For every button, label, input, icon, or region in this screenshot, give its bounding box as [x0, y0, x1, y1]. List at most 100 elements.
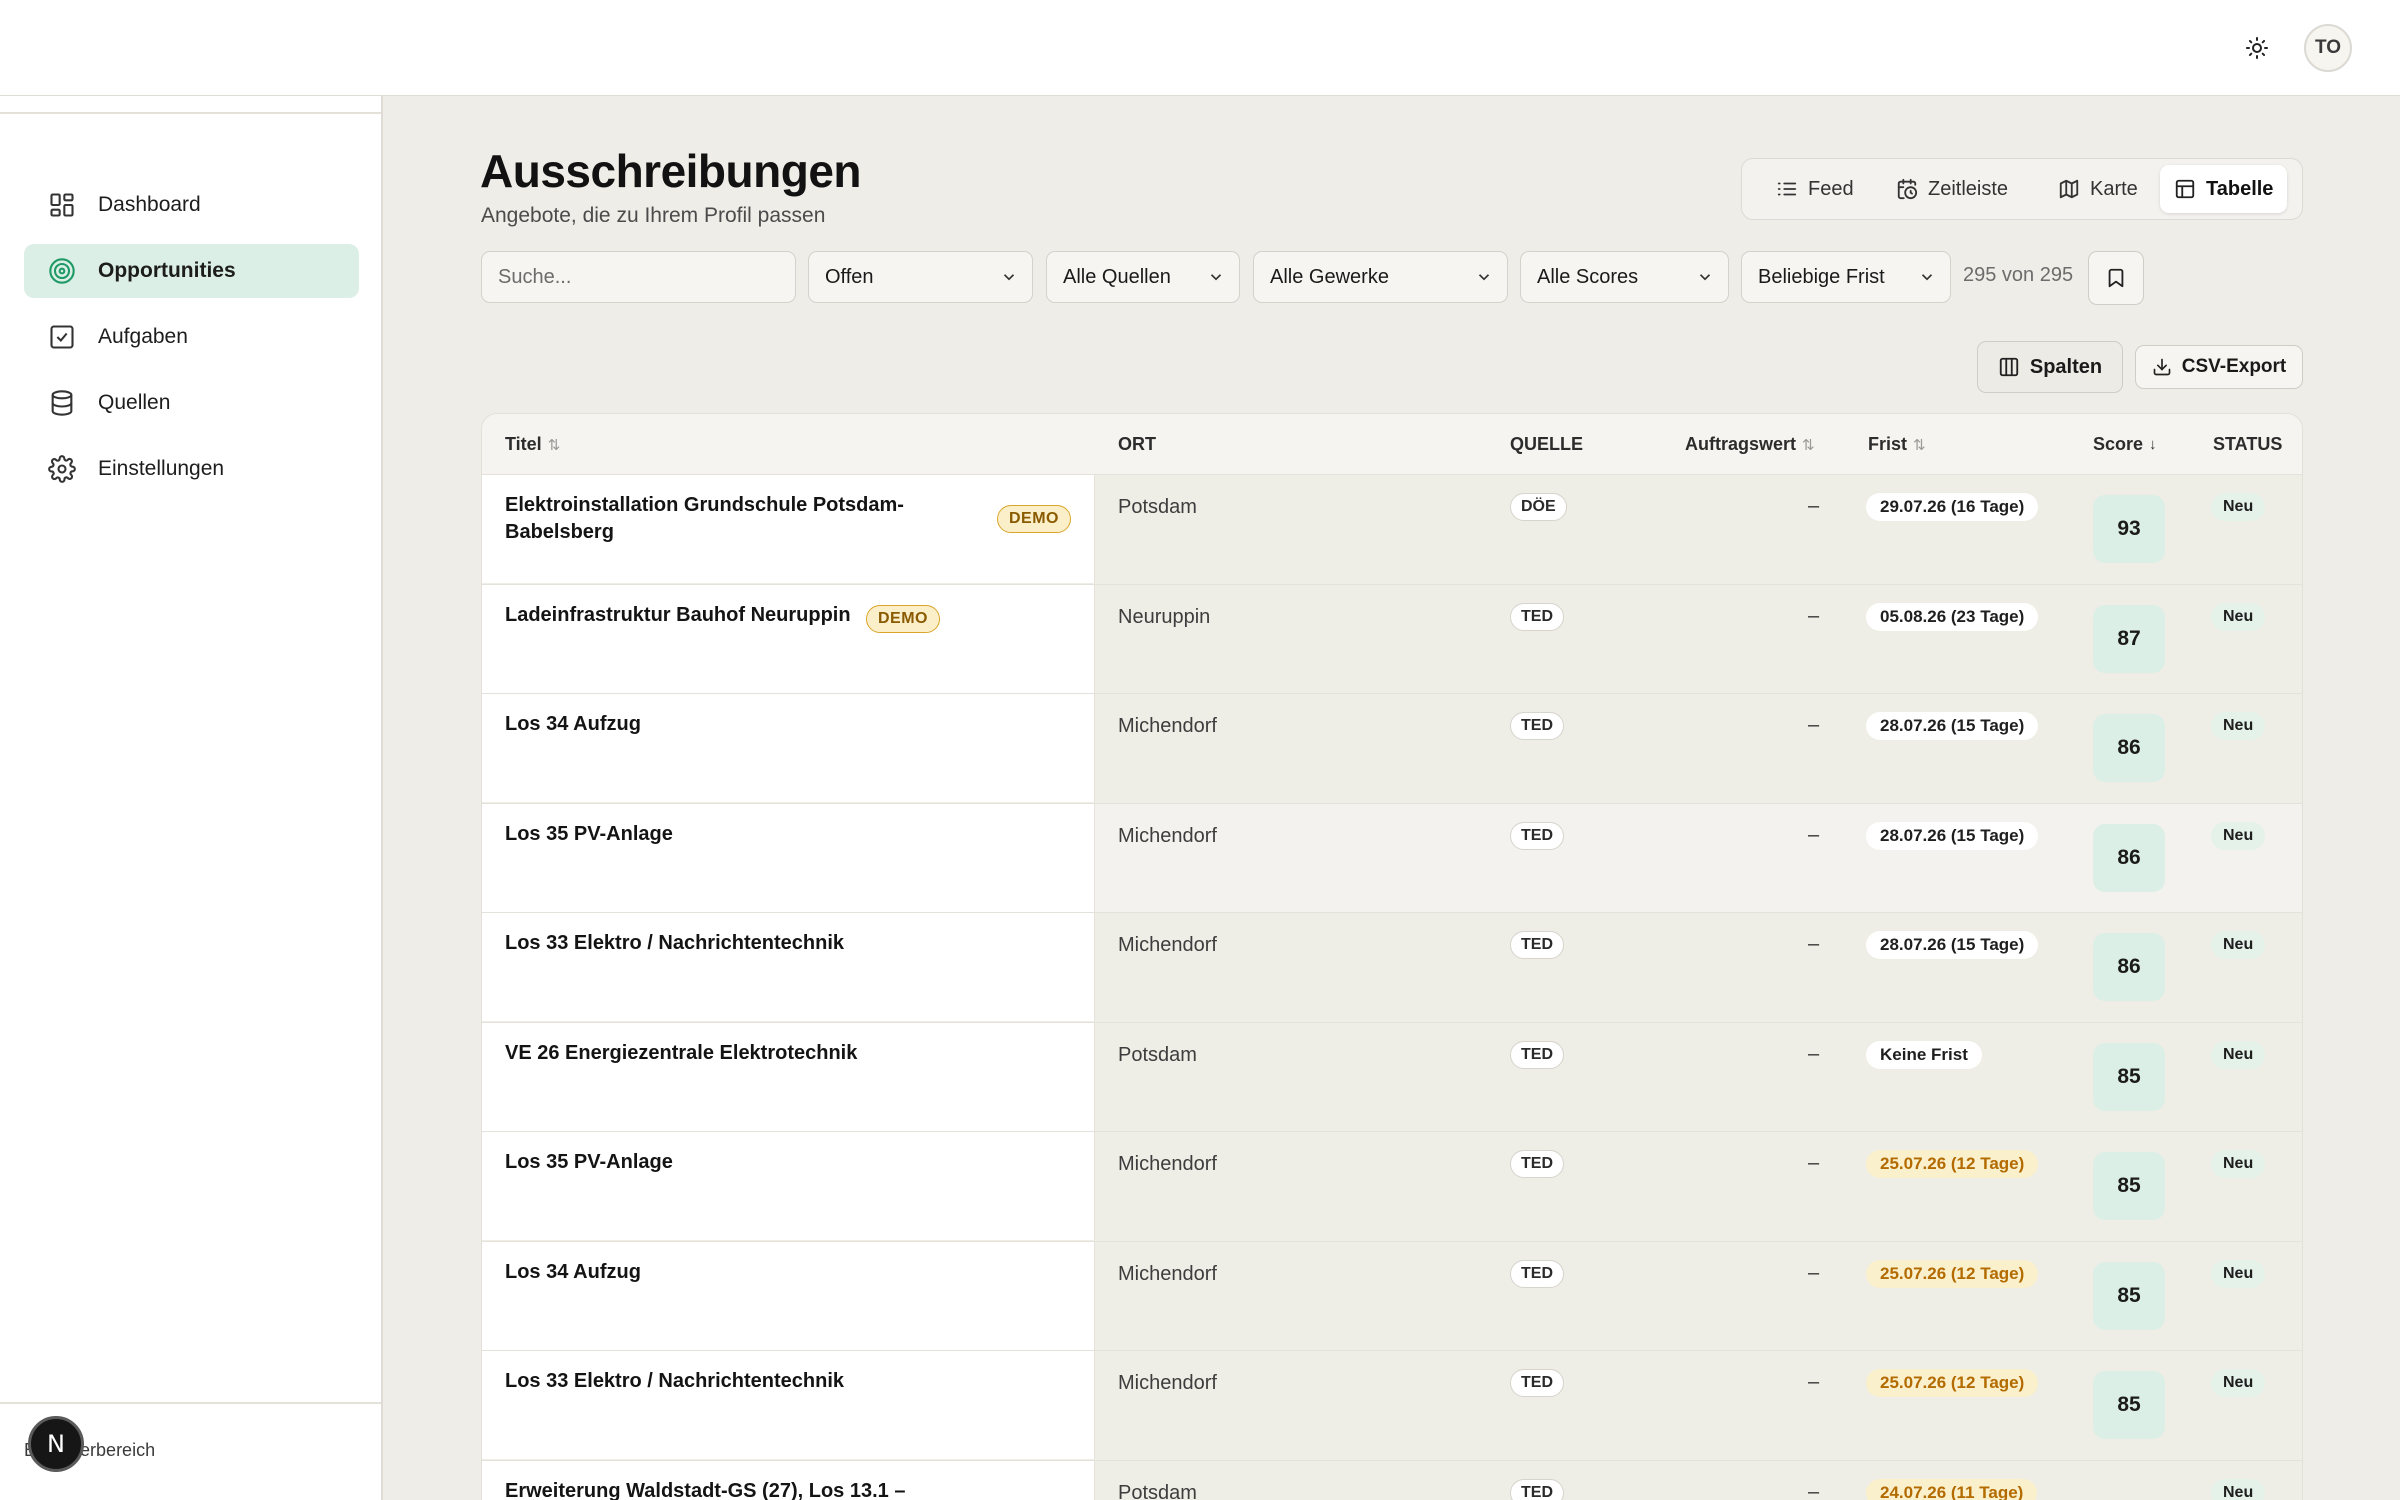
- status-badge: Neu: [2211, 602, 2266, 631]
- table-row[interactable]: Ladeinfrastruktur Bauhof Neuruppin DEMO Ne…: [482, 583, 2302, 693]
- table-row[interactable]: Los 34 Aufzug Michendorf TED – 28.07.26 (15 …: [482, 693, 2302, 802]
- row-auftragswert: –: [1808, 1152, 1820, 1174]
- theme-toggle-button[interactable]: [2237, 28, 2277, 68]
- deadline-badge: 25.07.26 (12 Tage): [1866, 1150, 2039, 1178]
- score-badge: 85: [2093, 1042, 2165, 1111]
- sidebar-item-opportunities[interactable]: Opportunities: [24, 244, 359, 298]
- view-karte-button[interactable]: Karte: [2044, 165, 2152, 213]
- sun-icon: [2246, 37, 2268, 59]
- status-filter-select[interactable]: Offen: [808, 251, 1033, 303]
- row-title[interactable]: Los 34 Aufzug: [505, 711, 925, 738]
- row-title[interactable]: Elektroinstallation Grundschule Potsdam-…: [505, 492, 925, 546]
- row-ort: Potsdam: [1118, 1043, 1197, 1066]
- scores-filter-value: Alle Scores: [1537, 265, 1639, 288]
- table-header: Titel ⇅ ORT QUELLE Auftragswert ⇅ Frist …: [482, 414, 2302, 474]
- view-feed-button[interactable]: Feed: [1762, 165, 1868, 213]
- row-auftragswert: –: [1808, 1261, 1820, 1284]
- title-cell: Erweiterung Waldstadt-GS (27), Los 13.1 …: [482, 1460, 1095, 1500]
- view-zeitleiste-button[interactable]: Zeitleiste: [1882, 165, 2022, 213]
- demo-badge: DEMO: [997, 505, 1071, 533]
- view-feed-label: Feed: [1808, 177, 1854, 200]
- sidebar-item-quellen[interactable]: Quellen: [24, 376, 359, 430]
- columns-icon: [1999, 357, 2019, 377]
- row-title[interactable]: Los 33 Elektro / Nachrichtentechnik: [505, 930, 925, 957]
- source-badge: TED: [1510, 1040, 1564, 1069]
- gewerke-filter-value: Alle Gewerke: [1270, 265, 1389, 288]
- column-header-label: QUELLE: [1510, 434, 1584, 454]
- title-cell: Los 33 Elektro / Nachrichtentechnik: [482, 913, 1095, 1021]
- source-badge: TED: [1510, 931, 1564, 959]
- title-cell: Los 34 Aufzug: [482, 694, 1095, 802]
- table-row[interactable]: Los 35 PV-Anlage Michendorf TED – 28.07.26 (…: [482, 802, 2302, 912]
- frist-filter-select[interactable]: Beliebige Frist: [1741, 251, 1951, 303]
- column-header-label: Titel: [505, 434, 542, 454]
- quellen-filter-select[interactable]: Alle Quellen: [1046, 251, 1240, 303]
- user-avatar[interactable]: TO: [2304, 24, 2352, 72]
- sidebar-item-einstellungen[interactable]: Einstellungen: [24, 442, 359, 496]
- table-row[interactable]: VE 26 Energiezentrale Elektrotechnik Pots…: [482, 1021, 2302, 1131]
- page-subtitle: Angebote, die zu Ihrem Profil passen: [481, 204, 826, 227]
- deadline-badge: 25.07.26 (12 Tage): [1866, 1259, 2039, 1288]
- view-tabelle-button[interactable]: Tabelle: [2160, 165, 2288, 213]
- sidebar-item-label: Quellen: [98, 391, 171, 414]
- row-title[interactable]: Los 34 Aufzug: [505, 1259, 925, 1286]
- row-title[interactable]: Erweiterung Waldstadt-GS (27), Los 13.1 …: [505, 1478, 925, 1500]
- opportunities-table: Titel ⇅ ORT QUELLE Auftragswert ⇅ Frist …: [481, 413, 2303, 1500]
- table-row[interactable]: Los 33 Elektro / Nachrichtentechnik Miche…: [482, 1350, 2302, 1459]
- title-cell: Los 35 PV-Anlage: [482, 803, 1095, 912]
- column-header-auftragswert[interactable]: Auftragswert ⇅: [1685, 434, 1815, 455]
- row-title[interactable]: Los 35 PV-Anlage: [505, 821, 925, 848]
- view-karte-label: Karte: [2090, 177, 2138, 200]
- table-icon: [2175, 179, 2195, 199]
- sidebar-item-label: Opportunities: [98, 259, 236, 282]
- table-row[interactable]: Los 34 Aufzug Michendorf TED – 25.07.26 (12 …: [482, 1240, 2302, 1350]
- table-row[interactable]: Los 35 PV-Anlage Michendorf TED – 25.07.26 (…: [482, 1131, 2302, 1240]
- score-badge: 86: [2093, 933, 2165, 1001]
- database-icon: [51, 390, 73, 416]
- chevron-down-icon: [1699, 274, 1711, 281]
- chevron-down-icon: [1003, 274, 1015, 281]
- dev-tools-badge[interactable]: N: [28, 1416, 84, 1472]
- column-header-frist[interactable]: Frist ⇅: [1868, 434, 1926, 455]
- deadline-badge: Keine Frist: [1866, 1040, 1982, 1069]
- row-title[interactable]: Ladeinfrastruktur Bauhof Neuruppin: [505, 602, 925, 629]
- row-title[interactable]: Los 33 Elektro / Nachrichtentechnik: [505, 1368, 925, 1395]
- column-header-score[interactable]: Score ↓: [2093, 434, 2157, 455]
- row-title[interactable]: Los 35 PV-Anlage: [505, 1149, 925, 1176]
- scores-filter-select[interactable]: Alle Scores: [1520, 251, 1729, 303]
- frist-filter-value: Beliebige Frist: [1758, 265, 1885, 288]
- calendar-clock-icon: [1897, 178, 1918, 200]
- save-filter-button[interactable]: [2088, 251, 2144, 305]
- row-title[interactable]: VE 26 Energiezentrale Elektrotechnik: [505, 1040, 925, 1067]
- status-badge: Neu: [2211, 1150, 2266, 1178]
- source-badge: TED: [1510, 1259, 1564, 1288]
- title-cell: VE 26 Energiezentrale Elektrotechnik: [482, 1022, 1095, 1131]
- bookmark-icon: [2108, 268, 2124, 288]
- row-ort: Potsdam: [1118, 1481, 1197, 1500]
- column-header-titel[interactable]: Titel ⇅: [505, 434, 560, 455]
- gewerke-filter-select[interactable]: Alle Gewerke: [1253, 251, 1508, 303]
- column-header-label: Frist: [1868, 434, 1908, 454]
- row-auftragswert: –: [1808, 714, 1820, 736]
- column-header-quelle: QUELLE: [1510, 434, 1583, 455]
- deadline-badge: 24.07.26 (11 Tage): [1866, 1478, 2038, 1500]
- arrow-down-icon: ↓: [2149, 436, 2157, 453]
- search-input[interactable]: [481, 251, 796, 303]
- status-badge: Neu: [2211, 1259, 2266, 1288]
- columns-button-label: Spalten: [2029, 355, 2103, 378]
- table-row[interactable]: Los 33 Elektro / Nachrichtentechnik Miche…: [482, 912, 2302, 1021]
- status-badge: Neu: [2211, 821, 2266, 850]
- source-badge: TED: [1510, 712, 1564, 740]
- row-ort: Michendorf: [1118, 1262, 1217, 1285]
- result-count: 295 von 295: [1963, 264, 2074, 286]
- title-cell: Los 35 PV-Anlage: [482, 1132, 1095, 1240]
- columns-button[interactable]: Spalten: [1977, 341, 2123, 393]
- table-row[interactable]: Elektroinstallation Grundschule Potsdam-…: [482, 474, 2302, 583]
- deadline-badge: 29.07.26 (16 Tage): [1866, 493, 2039, 521]
- status-badge: Neu: [2211, 493, 2266, 521]
- table-row[interactable]: Erweiterung Waldstadt-GS (27), Los 13.1 …: [482, 1459, 2302, 1500]
- sidebar-item-aufgaben[interactable]: Aufgaben: [24, 310, 359, 364]
- csv-export-button[interactable]: CSV-Export: [2135, 345, 2303, 389]
- sidebar-item-dashboard[interactable]: Dashboard: [24, 178, 359, 232]
- deadline-badge: 28.07.26 (15 Tage): [1866, 821, 2039, 850]
